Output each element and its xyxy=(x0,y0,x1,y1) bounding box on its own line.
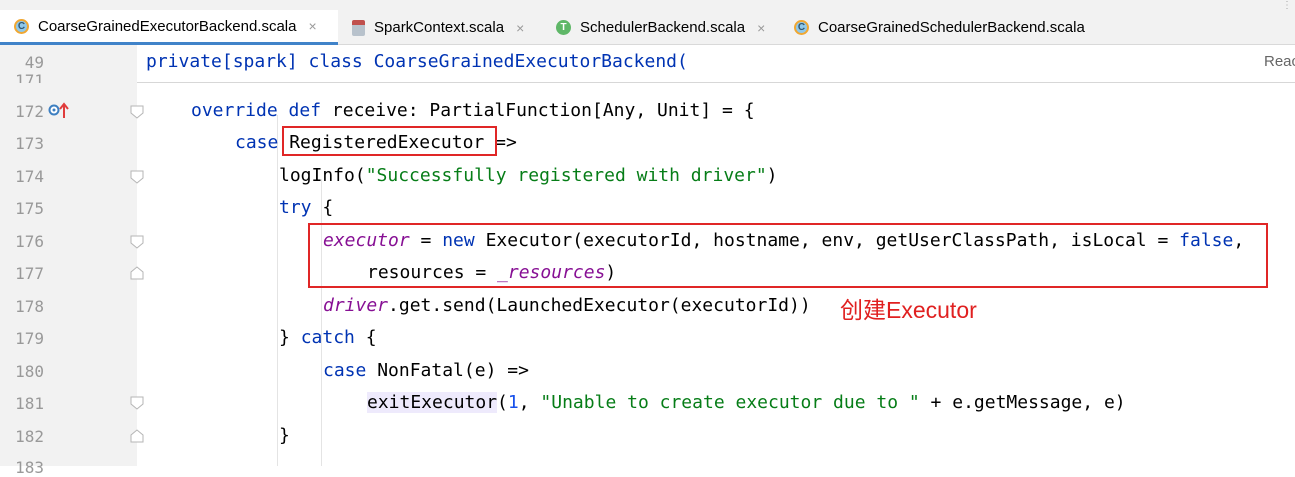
code-line-180: case NonFatal(e) => xyxy=(323,360,529,381)
sticky-header-separator xyxy=(137,82,1295,83)
scala-class-icon: C xyxy=(794,20,809,35)
line-number: 174 xyxy=(15,167,44,186)
line-number: 177 xyxy=(15,264,44,283)
code-line-179: } catch { xyxy=(279,327,377,348)
line-number: 176 xyxy=(15,232,44,251)
tab-label: SparkContext.scala xyxy=(374,19,505,36)
code-line-172: override def receive: PartialFunction[An… xyxy=(191,100,755,121)
fold-marker-icon[interactable] xyxy=(130,105,144,119)
line-number: 183 xyxy=(15,458,44,477)
code-line-182: } xyxy=(279,425,290,446)
tab-coarse-grained-executor-backend[interactable]: C CoarseGrainedExecutorBackend.scala × xyxy=(0,10,338,45)
keyword: private[spark] class CoarseGrainedExecut… xyxy=(146,51,688,72)
code-line-175: try { xyxy=(279,197,334,218)
tab-label: CoarseGrainedExecutorBackend.scala xyxy=(38,17,297,35)
line-number: 180 xyxy=(15,362,44,381)
code-line-174: logInfo("Successfully registered with dr… xyxy=(279,165,778,186)
scala-class-icon: C xyxy=(14,18,29,34)
close-icon[interactable]: × xyxy=(757,20,765,36)
tab-label: SchedulerBackend.scala xyxy=(580,19,746,36)
fold-marker-icon[interactable] xyxy=(130,266,144,280)
sticky-code-line: private[spark] class CoarseGrainedExecut… xyxy=(146,50,688,74)
reader-mode-button[interactable]: Reac xyxy=(1264,53,1295,70)
code-line-178: driver.get.send(LaunchedExecutor(executo… xyxy=(323,295,811,316)
annotation-label: 创建Executor xyxy=(840,297,977,323)
line-number: 182 xyxy=(15,427,44,446)
line-number: 171 xyxy=(15,73,44,83)
code-line-181: exitExecutor(1, "Unable to create execut… xyxy=(367,392,1126,413)
editor-tab-bar: C CoarseGrainedExecutorBackend.scala × S… xyxy=(0,0,1295,45)
close-icon[interactable]: × xyxy=(308,18,316,34)
line-number: 178 xyxy=(15,297,44,316)
scala-file-icon xyxy=(352,19,365,36)
line-number: 173 xyxy=(15,134,44,153)
highlight-box-executor-creation xyxy=(308,223,1268,288)
line-number: 175 xyxy=(15,199,44,218)
fold-marker-icon[interactable] xyxy=(130,170,144,184)
line-number: 49 xyxy=(24,53,44,72)
scala-trait-icon: T xyxy=(556,20,571,35)
close-icon[interactable]: × xyxy=(516,20,524,36)
line-number: 181 xyxy=(15,394,44,413)
tab-scheduler-backend[interactable]: T SchedulerBackend.scala × xyxy=(542,10,780,45)
tab-overflow-dots[interactable]: ⋮ xyxy=(1282,0,1293,11)
override-method-icon[interactable] xyxy=(48,102,72,120)
fold-marker-icon[interactable] xyxy=(130,396,144,410)
fold-marker-icon[interactable] xyxy=(130,235,144,249)
tab-label: CoarseGrainedSchedulerBackend.scala xyxy=(818,19,1085,36)
indent-guide xyxy=(321,353,322,466)
line-number: 179 xyxy=(15,329,44,348)
highlight-box-registered-executor xyxy=(282,126,497,156)
indent-guide xyxy=(277,115,278,466)
fold-marker-icon[interactable] xyxy=(130,429,144,443)
tab-spark-context[interactable]: SparkContext.scala × xyxy=(338,10,542,45)
line-number: 172 xyxy=(15,102,44,121)
tab-coarse-grained-scheduler-backend[interactable]: C CoarseGrainedSchedulerBackend.scala xyxy=(780,10,1295,45)
